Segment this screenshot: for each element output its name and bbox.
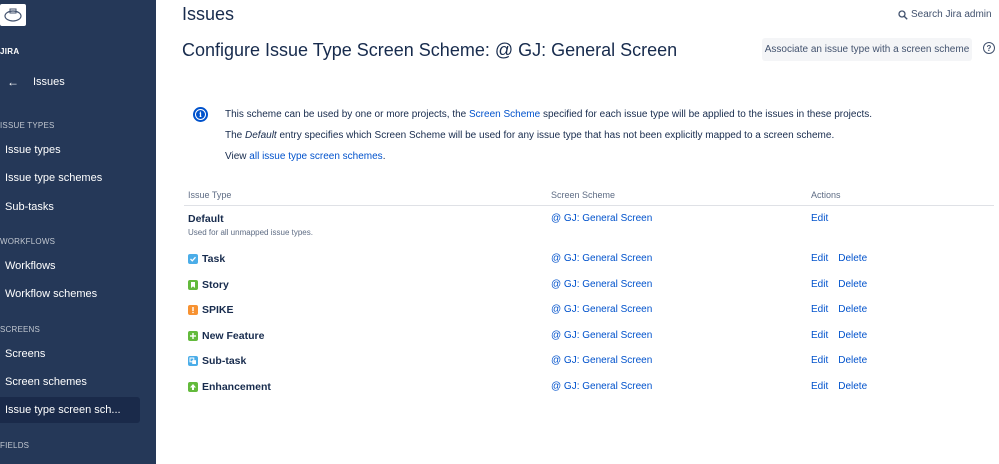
edit-link[interactable]: Edit (811, 381, 828, 392)
table-row: Default Used for all unmapped issue type… (184, 213, 994, 237)
screen-scheme-link[interactable]: @ GJ: General Screen (551, 304, 652, 315)
table-row: Enhancement @ GJ: General Screen Edit Del… (184, 381, 994, 401)
sidebar-item-workflows[interactable]: Workflows (0, 253, 140, 279)
delete-link[interactable]: Delete (838, 355, 867, 366)
sidebar-item-issue-type-screen-schemes[interactable]: Issue type screen sch... (0, 397, 140, 423)
info-icon: i (193, 107, 208, 122)
issue-type-name: Enhancement (202, 381, 271, 393)
delete-link[interactable]: Delete (838, 279, 867, 290)
enhancement-icon (188, 382, 198, 392)
screen-scheme-link[interactable]: @ GJ: General Screen (551, 279, 652, 290)
screen-scheme-link[interactable]: @ GJ: General Screen (551, 330, 652, 341)
edit-link[interactable]: Edit (811, 304, 828, 315)
sidebar: JIRA ← Issues ISSUE TYPES Issue types Is… (0, 0, 156, 464)
screen-scheme-link[interactable]: @ GJ: General Screen (551, 253, 652, 264)
section-fields: FIELDS (0, 441, 30, 450)
search-jira-admin[interactable]: Search Jira admin (898, 9, 992, 20)
issue-type-name: Sub-task (202, 355, 247, 367)
all-schemes-link[interactable]: all issue type screen schemes (249, 151, 382, 162)
arrow-left-icon: ← (7, 75, 19, 89)
sidebar-item-issue-type-schemes[interactable]: Issue type schemes (0, 165, 140, 191)
table-row: New Feature @ GJ: General Screen Edit Del… (184, 330, 994, 350)
issue-type-subtitle: Used for all unmapped issue types. (188, 228, 313, 237)
new-feature-icon (188, 331, 198, 341)
delete-link[interactable]: Delete (838, 330, 867, 341)
info-text: This scheme can be used by one or more p… (225, 109, 470, 120)
delete-link[interactable]: Delete (838, 253, 867, 264)
info-text: The (225, 130, 246, 141)
edit-link[interactable]: Edit (811, 279, 828, 290)
issue-type-name: SPIKE (202, 304, 234, 316)
issue-type-name: Default (188, 213, 224, 225)
task-icon (188, 254, 198, 264)
section-screens: SCREENS (0, 325, 41, 334)
issue-type-name: Task (202, 253, 226, 265)
story-icon (188, 280, 198, 290)
column-header-screen-scheme: Screen Scheme (551, 190, 616, 200)
table-header-divider (184, 205, 994, 206)
screen-scheme-link[interactable]: @ GJ: General Screen (551, 213, 652, 224)
sidebar-item-screen-schemes[interactable]: Screen schemes (0, 369, 140, 395)
sidebar-item-workflow-schemes[interactable]: Workflow schemes (0, 281, 140, 307)
info-line-3: View all issue type screen schemes. (225, 151, 385, 162)
back-to-issues-link[interactable]: ← Issues (0, 70, 156, 94)
screen-scheme-link[interactable]: @ GJ: General Screen (551, 355, 652, 366)
edit-link[interactable]: Edit (811, 213, 828, 224)
screen-scheme-link[interactable]: @ GJ: General Screen (551, 381, 652, 392)
issue-type-name: Story (202, 279, 229, 291)
sidebar-item-issue-types[interactable]: Issue types (0, 137, 140, 163)
info-text: specified for each issue type will be ap… (540, 109, 873, 120)
associate-issue-type-button[interactable]: Associate an issue type with a screen sc… (762, 38, 972, 61)
sidebar-item-screens[interactable]: Screens (0, 341, 140, 367)
edit-link[interactable]: Edit (811, 330, 828, 341)
search-icon (898, 9, 908, 20)
sub-task-icon (188, 356, 198, 366)
scheme-heading: Configure Issue Type Screen Scheme: @ GJ… (182, 40, 678, 60)
edit-link[interactable]: Edit (811, 253, 828, 264)
info-text: entry specifies which Screen Scheme will… (276, 130, 835, 141)
screen-scheme-link[interactable]: Screen Scheme (469, 109, 540, 120)
delete-link[interactable]: Delete (838, 381, 867, 392)
info-text: View (225, 151, 250, 162)
table-row: Task @ GJ: General Screen Edit Delete (184, 253, 994, 273)
back-label: Issues (33, 76, 65, 88)
column-header-actions: Actions (811, 190, 841, 200)
delete-link[interactable]: Delete (838, 304, 867, 315)
column-header-issue-type: Issue Type (188, 190, 232, 200)
default-emphasis: Default (245, 130, 277, 141)
sidebar-item-sub-tasks[interactable]: Sub-tasks (0, 194, 140, 220)
table-row: SPIKE @ GJ: General Screen Edit Delete (184, 304, 994, 324)
table-row: Sub-task @ GJ: General Screen Edit Delete (184, 355, 994, 375)
search-label: Search Jira admin (911, 9, 992, 20)
project-name: JIRA (0, 47, 20, 56)
issue-type-name: New Feature (202, 330, 265, 342)
section-workflows: WORKFLOWS (0, 237, 56, 246)
section-issue-types: ISSUE TYPES (0, 121, 55, 130)
info-line-2: The Default entry specifies which Screen… (225, 130, 834, 141)
info-text: . (382, 151, 386, 162)
info-line-1: This scheme can be used by one or more p… (225, 109, 872, 120)
edit-link[interactable]: Edit (811, 355, 828, 366)
table-row: Story @ GJ: General Screen Edit Delete (184, 279, 994, 299)
spike-icon (188, 305, 198, 315)
help-icon[interactable]: ? (983, 42, 995, 54)
page-title: Issues (182, 4, 235, 24)
project-avatar-icon[interactable] (0, 4, 26, 26)
